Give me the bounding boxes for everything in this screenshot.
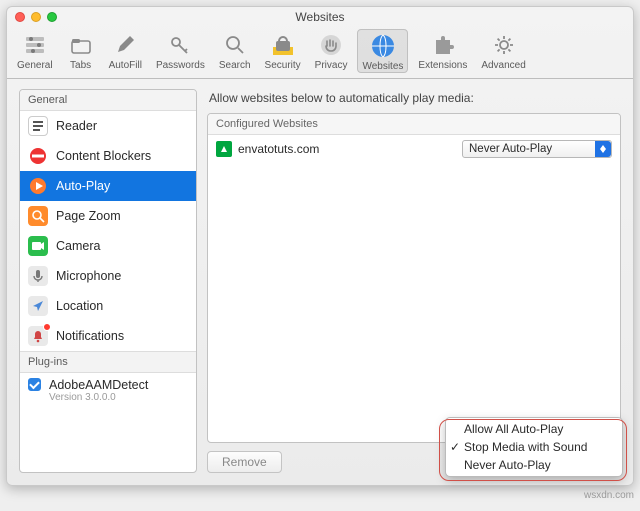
sidebar-item-label: Content Blockers [56,149,151,163]
configured-websites-box: Configured Websites envatotuts.com Never… [207,113,621,443]
sidebar-item-notifications[interactable]: Notifications [20,321,196,351]
menu-item-allow-all[interactable]: Allow All Auto-Play [446,420,622,438]
location-icon [28,296,48,316]
plugin-version: Version 3.0.0.0 [49,392,148,403]
reader-icon [28,116,48,136]
sidebar-section-general: General [20,90,196,111]
play-icon [28,176,48,196]
titlebar: Websites [7,7,633,27]
pane-hint: Allow websites below to automatically pl… [209,91,621,105]
main-pane: Allow websites below to automatically pl… [207,89,621,473]
sliders-icon [21,31,49,59]
bell-icon [28,326,48,346]
toolbar-privacy[interactable]: Privacy [311,29,352,71]
sidebar-item-auto-play[interactable]: Auto-Play [20,171,196,201]
pencil-icon [111,31,139,59]
preferences-toolbar: General Tabs AutoFill Passwords Search S… [7,27,633,79]
sidebar-item-plugin[interactable]: AdobeAAMDetect Version 3.0.0.0 [20,373,196,408]
gear-icon [490,31,518,59]
plugin-name: AdobeAAMDetect [49,378,148,392]
website-setting-value: Never Auto-Play [469,143,552,155]
sidebar-item-content-blockers[interactable]: Content Blockers [20,141,196,171]
sidebar-item-camera[interactable]: Camera [20,231,196,261]
lock-icon [269,31,297,59]
notification-badge [43,323,51,331]
camera-icon [28,236,48,256]
hand-icon [317,31,345,59]
sidebar: General Reader Content Blockers Auto-Pla… [19,89,197,473]
sidebar-section-plugins: Plug-ins [20,351,196,373]
traffic-lights [15,12,57,22]
toolbar-autofill[interactable]: AutoFill [105,29,146,71]
menu-item-never[interactable]: Never Auto-Play [446,456,622,474]
website-domain: envatotuts.com [238,142,456,156]
website-setting-popup[interactable]: Never Auto-Play [462,140,612,158]
plugin-enabled-checkbox[interactable] [28,378,41,391]
preferences-window: Websites General Tabs AutoFill Passwords… [6,6,634,486]
footer-bar: Remove When visiting other websites Allo… [207,443,621,473]
stepper-arrows-icon [595,141,611,157]
toolbar-advanced[interactable]: Advanced [477,29,529,71]
toolbar-websites[interactable]: Websites [357,29,408,73]
menu-item-stop-sound[interactable]: Stop Media with Sound [446,438,622,456]
sidebar-item-label: Location [56,299,103,313]
remove-button[interactable]: Remove [207,451,282,473]
globe-icon [369,32,397,60]
toolbar-security[interactable]: Security [261,29,305,71]
toolbar-tabs[interactable]: Tabs [63,29,99,71]
key-icon [166,31,194,59]
sidebar-item-label: Auto-Play [56,179,110,193]
toolbar-general[interactable]: General [13,29,57,71]
search-icon [221,31,249,59]
microphone-icon [28,266,48,286]
blocker-icon [28,146,48,166]
sidebar-item-reader[interactable]: Reader [20,111,196,141]
configured-header: Configured Websites [208,114,620,135]
sidebar-item-label: Page Zoom [56,209,121,223]
sidebar-item-label: Notifications [56,329,124,343]
sidebar-item-label: Microphone [56,269,121,283]
close-window-button[interactable] [15,12,25,22]
toolbar-extensions[interactable]: Extensions [414,29,471,71]
tabs-icon [67,31,95,59]
other-websites-menu[interactable]: Allow All Auto-Play Stop Media with Soun… [445,417,623,477]
favicon-icon [216,141,232,157]
sidebar-item-location[interactable]: Location [20,291,196,321]
window-title: Websites [295,10,344,24]
sidebar-item-label: Reader [56,119,97,133]
zoom-icon [28,206,48,226]
toolbar-search[interactable]: Search [215,29,255,71]
sidebar-item-label: Camera [56,239,100,253]
sidebar-item-microphone[interactable]: Microphone [20,261,196,291]
zoom-window-button[interactable] [47,12,57,22]
puzzle-icon [429,31,457,59]
watermark: wsxdn.com [584,490,634,501]
sidebar-item-page-zoom[interactable]: Page Zoom [20,201,196,231]
minimize-window-button[interactable] [31,12,41,22]
toolbar-passwords[interactable]: Passwords [152,29,209,71]
website-row[interactable]: envatotuts.com Never Auto-Play [208,135,620,163]
